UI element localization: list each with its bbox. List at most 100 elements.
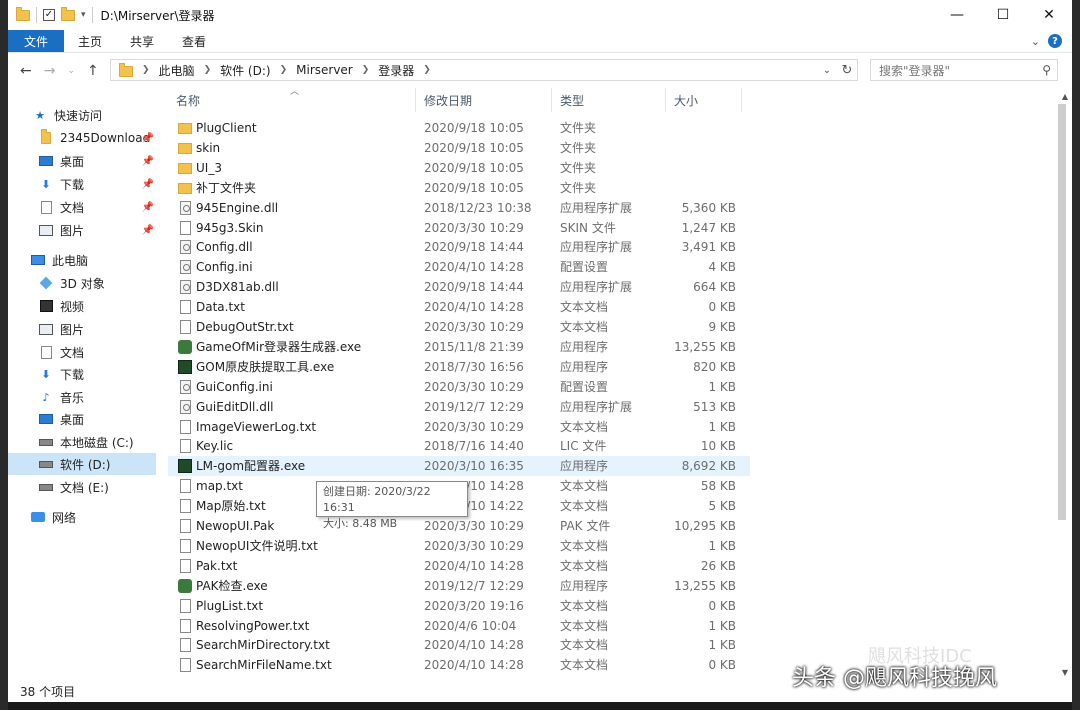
pin-icon[interactable]: 📌 [142, 133, 154, 144]
table-row[interactable]: GuiEditDll.dll 2019/12/7 12:29 应用程序扩展 513 K… [168, 397, 750, 417]
sidebar-item-downloads-pinned[interactable]: ⬇ 下载 📌 [8, 173, 156, 195]
table-row[interactable]: Data.txt 2020/4/10 14:28 文本文档 0 KB [168, 297, 750, 317]
up-arrow-icon[interactable]: ↑ [87, 63, 99, 79]
folder-icon [178, 162, 192, 174]
breadcrumb-this-pc[interactable]: 此电脑 [159, 62, 195, 79]
address-bar[interactable]: ❯ 此电脑 ❯ 软件 (D:) ❯ Mirserver ❯ 登录器 ❯ ⌄ ↻ [110, 59, 858, 81]
table-row[interactable]: PAK检查.exe 2019/12/7 12:29 应用程序 13,255 KB [168, 576, 750, 596]
file-name: Map原始.txt [196, 499, 266, 514]
table-row[interactable]: GOM原皮肤提取工具.exe 2018/7/30 16:56 应用程序 820 KB [168, 357, 750, 377]
table-row[interactable]: GameOfMir登录器生成器.exe 2015/11/8 21:39 应用程序 13… [168, 337, 750, 357]
refresh-icon[interactable]: ↻ [837, 63, 857, 78]
sidebar-item-pictures-pinned[interactable]: 图片 📌 [8, 219, 156, 241]
sidebar-item-drive-c[interactable]: 本地磁盘 (C:) [8, 431, 156, 453]
sidebar-item-2345download[interactable]: 2345Download 📌 [8, 127, 156, 149]
file-size: 1 KB [708, 638, 736, 653]
minimize-button[interactable]: — [934, 0, 980, 30]
column-header-size[interactable]: 大小 [666, 88, 742, 112]
table-row[interactable]: Config.dll 2020/9/18 14:44 应用程序扩展 3,491 KB [168, 237, 750, 257]
pin-icon[interactable]: 📌 [142, 179, 154, 190]
table-row[interactable]: ResolvingPower.txt 2020/4/6 10:04 文本文档 1 KB [168, 616, 750, 636]
chevron-right-icon[interactable]: ❯ [280, 65, 288, 75]
file-date: 2018/7/16 14:40 [424, 439, 524, 454]
file-icon [180, 658, 191, 673]
table-row[interactable]: GuiConfig.ini 2020/3/30 10:29 配置设置 1 KB [168, 377, 750, 397]
scroll-down-icon[interactable]: ▼ [1062, 668, 1068, 677]
chevron-right-icon[interactable]: ❯ [142, 65, 150, 75]
breadcrumb-current[interactable]: 登录器 [378, 62, 414, 79]
tab-home[interactable]: 主页 [64, 30, 116, 52]
sidebar-item-3d-objects[interactable]: 3D 对象 [8, 272, 156, 294]
sidebar-item-documents[interactable]: 文档 [8, 341, 156, 363]
table-row[interactable]: NewopUI文件说明.txt 2020/3/30 10:29 文本文档 1 KB [168, 536, 750, 556]
table-row[interactable]: PlugClient 2020/9/18 10:05 文件夹 [168, 118, 750, 138]
properties-icon[interactable]: ✓ [43, 9, 55, 21]
pin-icon[interactable]: 📌 [142, 156, 154, 167]
tab-view[interactable]: 查看 [168, 30, 220, 52]
search-icon[interactable]: ⚲ [1042, 63, 1051, 77]
table-row[interactable]: PlugList.txt 2020/3/20 19:16 文本文档 0 KB [168, 596, 750, 616]
sidebar-item-music[interactable]: ♪ 音乐 [8, 386, 156, 408]
sidebar-item-quick-access[interactable]: ★ 快速访问 [8, 104, 156, 126]
sidebar-item-downloads[interactable]: ⬇ 下载 [8, 363, 156, 385]
new-folder-icon[interactable] [61, 6, 75, 21]
forward-arrow-icon[interactable]: → [44, 63, 56, 79]
table-row[interactable]: SearchMirDirectory.txt 2020/4/10 14:28 文本文… [168, 635, 750, 655]
column-header-date[interactable]: 修改日期 [416, 88, 552, 112]
file-name: Key.lic [196, 439, 234, 454]
table-row[interactable]: Pak.txt 2020/4/10 14:28 文本文档 26 KB [168, 556, 750, 576]
close-button[interactable]: ✕ [1026, 0, 1072, 30]
file-size: 1 KB [708, 538, 736, 553]
maximize-button[interactable]: ☐ [980, 0, 1026, 30]
chevron-right-icon[interactable]: ❯ [362, 65, 370, 75]
sidebar-item-desktop-pinned[interactable]: 桌面 📌 [8, 150, 156, 172]
search-input[interactable]: 搜索"登录器" ⚲ [870, 59, 1058, 81]
table-row[interactable]: 945Engine.dll 2018/12/23 10:38 应用程序扩展 5,360… [168, 198, 750, 218]
table-row[interactable]: skin 2020/9/18 10:05 文件夹 [168, 138, 750, 158]
chevron-right-icon[interactable]: ❯ [423, 65, 431, 75]
file-size: 1,247 KB [681, 220, 736, 235]
breadcrumb-drive-d[interactable]: 软件 (D:) [220, 62, 270, 79]
sidebar-item-this-pc[interactable]: 此电脑 [8, 249, 156, 271]
table-row[interactable]: 945g3.Skin 2020/3/30 10:29 SKIN 文件 1,247 KB [168, 218, 750, 238]
address-history-chevron-down-icon[interactable]: ⌄ [817, 65, 837, 76]
table-row[interactable]: UI_3 2020/9/18 10:05 文件夹 [168, 158, 750, 178]
sidebar-item-videos[interactable]: 视频 [8, 295, 156, 317]
file-type: 文本文档 [560, 499, 609, 514]
table-row[interactable]: D3DX81ab.dll 2020/9/18 14:44 应用程序扩展 664 KB [168, 277, 750, 297]
file-date: 2020/3/30 10:29 [424, 538, 524, 553]
table-row[interactable]: 补丁文件夹 2020/9/18 10:05 文件夹 [168, 178, 750, 198]
column-header-name[interactable]: 名称 [168, 88, 416, 112]
column-header-type[interactable]: 类型 [552, 88, 666, 112]
table-row[interactable]: DebugOutStr.txt 2020/3/30 10:29 文本文档 9 KB [168, 317, 750, 337]
chevron-right-icon[interactable]: ❯ [204, 65, 212, 75]
tooltip-size: 大小: 8.48 MB [323, 517, 398, 530]
sidebar-item-documents-pinned[interactable]: 文档 📌 [8, 196, 156, 218]
expand-ribbon-chevron-icon[interactable]: ⌄ [1031, 35, 1040, 48]
recent-chevron-down-icon[interactable]: ⌄ [67, 66, 75, 76]
sidebar-item-drive-d[interactable]: 软件 (D:) [8, 453, 156, 475]
3d-objects-icon [38, 276, 54, 290]
scroll-up-icon[interactable]: ▲ [1062, 92, 1068, 101]
help-icon[interactable]: ? [1048, 34, 1062, 48]
pin-icon[interactable]: 📌 [142, 225, 154, 236]
sidebar-item-network[interactable]: 网络 [8, 506, 156, 528]
breadcrumb-mirserver[interactable]: Mirserver [296, 63, 353, 77]
tab-share[interactable]: 共享 [116, 30, 168, 52]
pin-icon[interactable]: 📌 [142, 202, 154, 213]
back-arrow-icon[interactable]: ← [20, 63, 32, 79]
vertical-scrollbar-thumb[interactable] [1058, 104, 1066, 520]
table-row[interactable]: ImageViewerLog.txt 2020/3/30 10:29 文本文档 1 K… [168, 417, 750, 437]
customize-chevron-down-icon[interactable]: ▾ [81, 10, 86, 20]
sidebar-item-drive-e[interactable]: 文档 (E:) [8, 476, 156, 498]
file-type: LIC 文件 [560, 439, 607, 454]
sidebar-item-label: 下载 [60, 177, 85, 192]
table-row[interactable]: Key.lic 2018/7/16 14:40 LIC 文件 10 KB [168, 436, 750, 456]
table-row[interactable]: Config.ini 2020/4/10 14:28 配置设置 4 KB [168, 257, 750, 277]
table-row[interactable]: LM-gom配置器.exe 2020/3/10 16:35 应用程序 8,692 KB [168, 456, 750, 477]
sidebar-item-desktop[interactable]: 桌面 [8, 408, 156, 430]
tab-file[interactable]: 文件 [8, 30, 65, 52]
table-row[interactable]: SearchMirFileName.txt 2020/4/10 14:28 文本文档… [168, 655, 750, 675]
sidebar-item-pictures[interactable]: 图片 [8, 318, 156, 340]
picture-icon [38, 322, 54, 336]
